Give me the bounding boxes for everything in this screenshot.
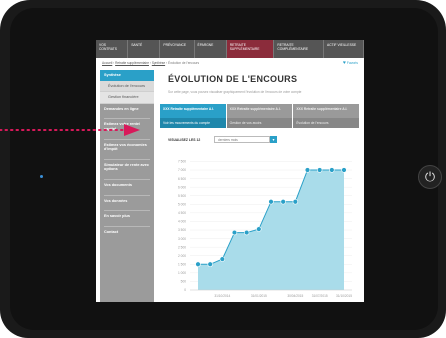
tab-title: XXX Retraite supplémentaire A.I. — [296, 107, 348, 111]
y-tick-label: 3 000 — [178, 237, 186, 241]
breadcrumb: Accueil › Retraite supplémentaire › Synt… — [102, 61, 200, 65]
favorites-link[interactable]: ♥ Favoris — [343, 60, 358, 66]
account-tabs: XXX Retraite supplémentaire A.I. Voir le… — [160, 104, 360, 128]
breadcrumb-current: Évolution de l'encours — [167, 61, 200, 65]
data-point[interactable] — [280, 199, 286, 205]
y-tick-label: 5 000 — [178, 202, 186, 206]
y-tick-label: 500 — [181, 280, 187, 284]
nav-item-retraite-complementaire[interactable]: Retraite complémentaire — [274, 40, 325, 58]
tab-account-3[interactable]: XXX Retraite supplémentaire A.I. Évoluti… — [293, 104, 360, 128]
breadcrumb-item[interactable]: Accueil — [102, 61, 112, 65]
y-tick-label: 6 500 — [178, 177, 186, 181]
sidebar-item-donnees[interactable]: Vos données — [100, 196, 154, 207]
main-content: ÉVOLUTION DE L'ENCOURS Sur cette page, v… — [160, 70, 360, 302]
home-button-icon[interactable]: ⏻ — [418, 165, 442, 189]
sidebar-subitem-gestion[interactable]: Gestion financière — [100, 92, 154, 104]
data-point[interactable] — [231, 229, 238, 236]
sidebar-item-estimez-rente[interactable]: Estimez votre rente/ capital — [100, 119, 154, 134]
data-point[interactable] — [268, 199, 274, 205]
nav-item-sante[interactable]: Santé — [128, 40, 161, 58]
x-tick-label: 30/04/2015 — [287, 294, 303, 298]
period-select[interactable]: derniers mois — [214, 136, 270, 143]
y-tick-label: 4 500 — [178, 211, 186, 215]
sidebar-subitem-evolution[interactable]: Évolution de l'encours — [100, 80, 154, 93]
y-tick-label: 4 000 — [178, 220, 186, 224]
y-tick-label: 6 000 — [178, 185, 186, 189]
nav-item-epargne[interactable]: Épargne — [195, 40, 227, 58]
y-tick-label: 7 500 — [178, 160, 186, 164]
tab-title: XXX Retraite supplémentaire A.I. — [163, 107, 214, 111]
data-point[interactable] — [304, 167, 311, 173]
period-selector: VISUALISEZ LES 12 derniers mois ▾ — [168, 136, 364, 144]
tab-link[interactable]: Voir les mouvements du compte — [160, 118, 226, 128]
y-tick-label: 1 500 — [178, 262, 186, 266]
data-point[interactable] — [316, 167, 323, 173]
data-point[interactable] — [219, 256, 226, 262]
y-tick-label: 2 000 — [178, 254, 186, 258]
data-point[interactable] — [292, 199, 299, 205]
camera-dot — [40, 175, 43, 178]
breadcrumb-item[interactable]: Retraite supplémentaire — [115, 61, 149, 65]
nav-item-prevoyance[interactable]: Prévoyance — [160, 40, 195, 58]
page-title: ÉVOLUTION DE L'ENCOURS — [168, 74, 298, 84]
nav-item-retraite-supplementaire[interactable]: Retraite supplémentaire — [226, 40, 275, 58]
top-navigation: Vos contrats Santé Prévoyance Épargne Re… — [96, 40, 364, 58]
data-point[interactable] — [341, 167, 347, 173]
chevron-down-icon[interactable]: ▾ — [270, 136, 277, 143]
y-tick-label: 2 500 — [178, 245, 186, 249]
tab-link[interactable]: Gestion de vos avoirs — [226, 118, 293, 128]
x-tick-label: 31/10/2015 — [336, 294, 352, 298]
sidebar-item-estimez-impot[interactable]: Estimez vos économies d'impôt — [100, 140, 154, 155]
x-tick-label: 31/07/2015 — [312, 294, 328, 298]
nav-item-actif-vieillesse[interactable]: Actif vieillesse — [324, 40, 364, 58]
data-point[interactable] — [256, 226, 262, 232]
sidebar: Synthèse Évolution de l'encours Gestion … — [100, 70, 154, 302]
sidebar-item-en-savoir-plus[interactable]: En savoir plus — [100, 211, 154, 222]
heart-icon: ♥ — [342, 60, 346, 66]
tab-account-1[interactable]: XXX Retraite supplémentaire A.I. Voir le… — [160, 104, 226, 128]
period-label: VISUALISEZ LES 12 — [168, 138, 201, 142]
data-point[interactable] — [329, 167, 335, 173]
y-tick-label: 1 000 — [178, 271, 186, 275]
y-tick-label: 7 000 — [178, 168, 186, 172]
y-tick-label: 3 500 — [178, 228, 186, 232]
nav-item-vos-contrats[interactable]: Vos contrats — [96, 40, 129, 58]
encours-area-chart: 0 500 1 000 1 500 2 000 2 500 3 000 3 500 4 000 4… — [178, 160, 352, 298]
favorites-label: Favoris — [346, 61, 358, 65]
y-tick-label: 0 — [184, 288, 186, 292]
breadcrumb-item[interactable]: Synthèse — [152, 61, 165, 65]
sidebar-item-demandes[interactable]: Demandes en ligne — [100, 104, 154, 115]
data-point[interactable] — [243, 229, 250, 236]
sidebar-item-synthese[interactable]: Synthèse — [100, 70, 154, 81]
page-description: Sur cette page, vous pouvez visualiser g… — [168, 90, 302, 94]
tab-link[interactable]: Évolution de l'encours — [293, 118, 360, 128]
sidebar-item-documents[interactable]: Vos documents — [100, 180, 154, 191]
y-tick-label: 5 500 — [178, 194, 186, 198]
screen: Vos contrats Santé Prévoyance Épargne Re… — [96, 40, 364, 302]
data-point[interactable] — [207, 261, 213, 267]
tablet-frame: ⏻ Vos contrats Santé Prévoyance Épargne … — [0, 0, 446, 338]
tab-title: XXX Retraite supplémentaire A.I. — [229, 107, 281, 111]
data-point[interactable] — [195, 261, 201, 267]
x-tick-label: 31/10/2014 — [214, 294, 230, 298]
tab-account-2[interactable]: XXX Retraite supplémentaire A.I. Gestion… — [226, 104, 293, 128]
sidebar-item-simulateur[interactable]: Simulateur de rente avec options — [100, 160, 154, 175]
sidebar-item-contact[interactable]: Contact — [100, 227, 154, 238]
x-tick-label: 31/01/2015 — [251, 294, 267, 298]
